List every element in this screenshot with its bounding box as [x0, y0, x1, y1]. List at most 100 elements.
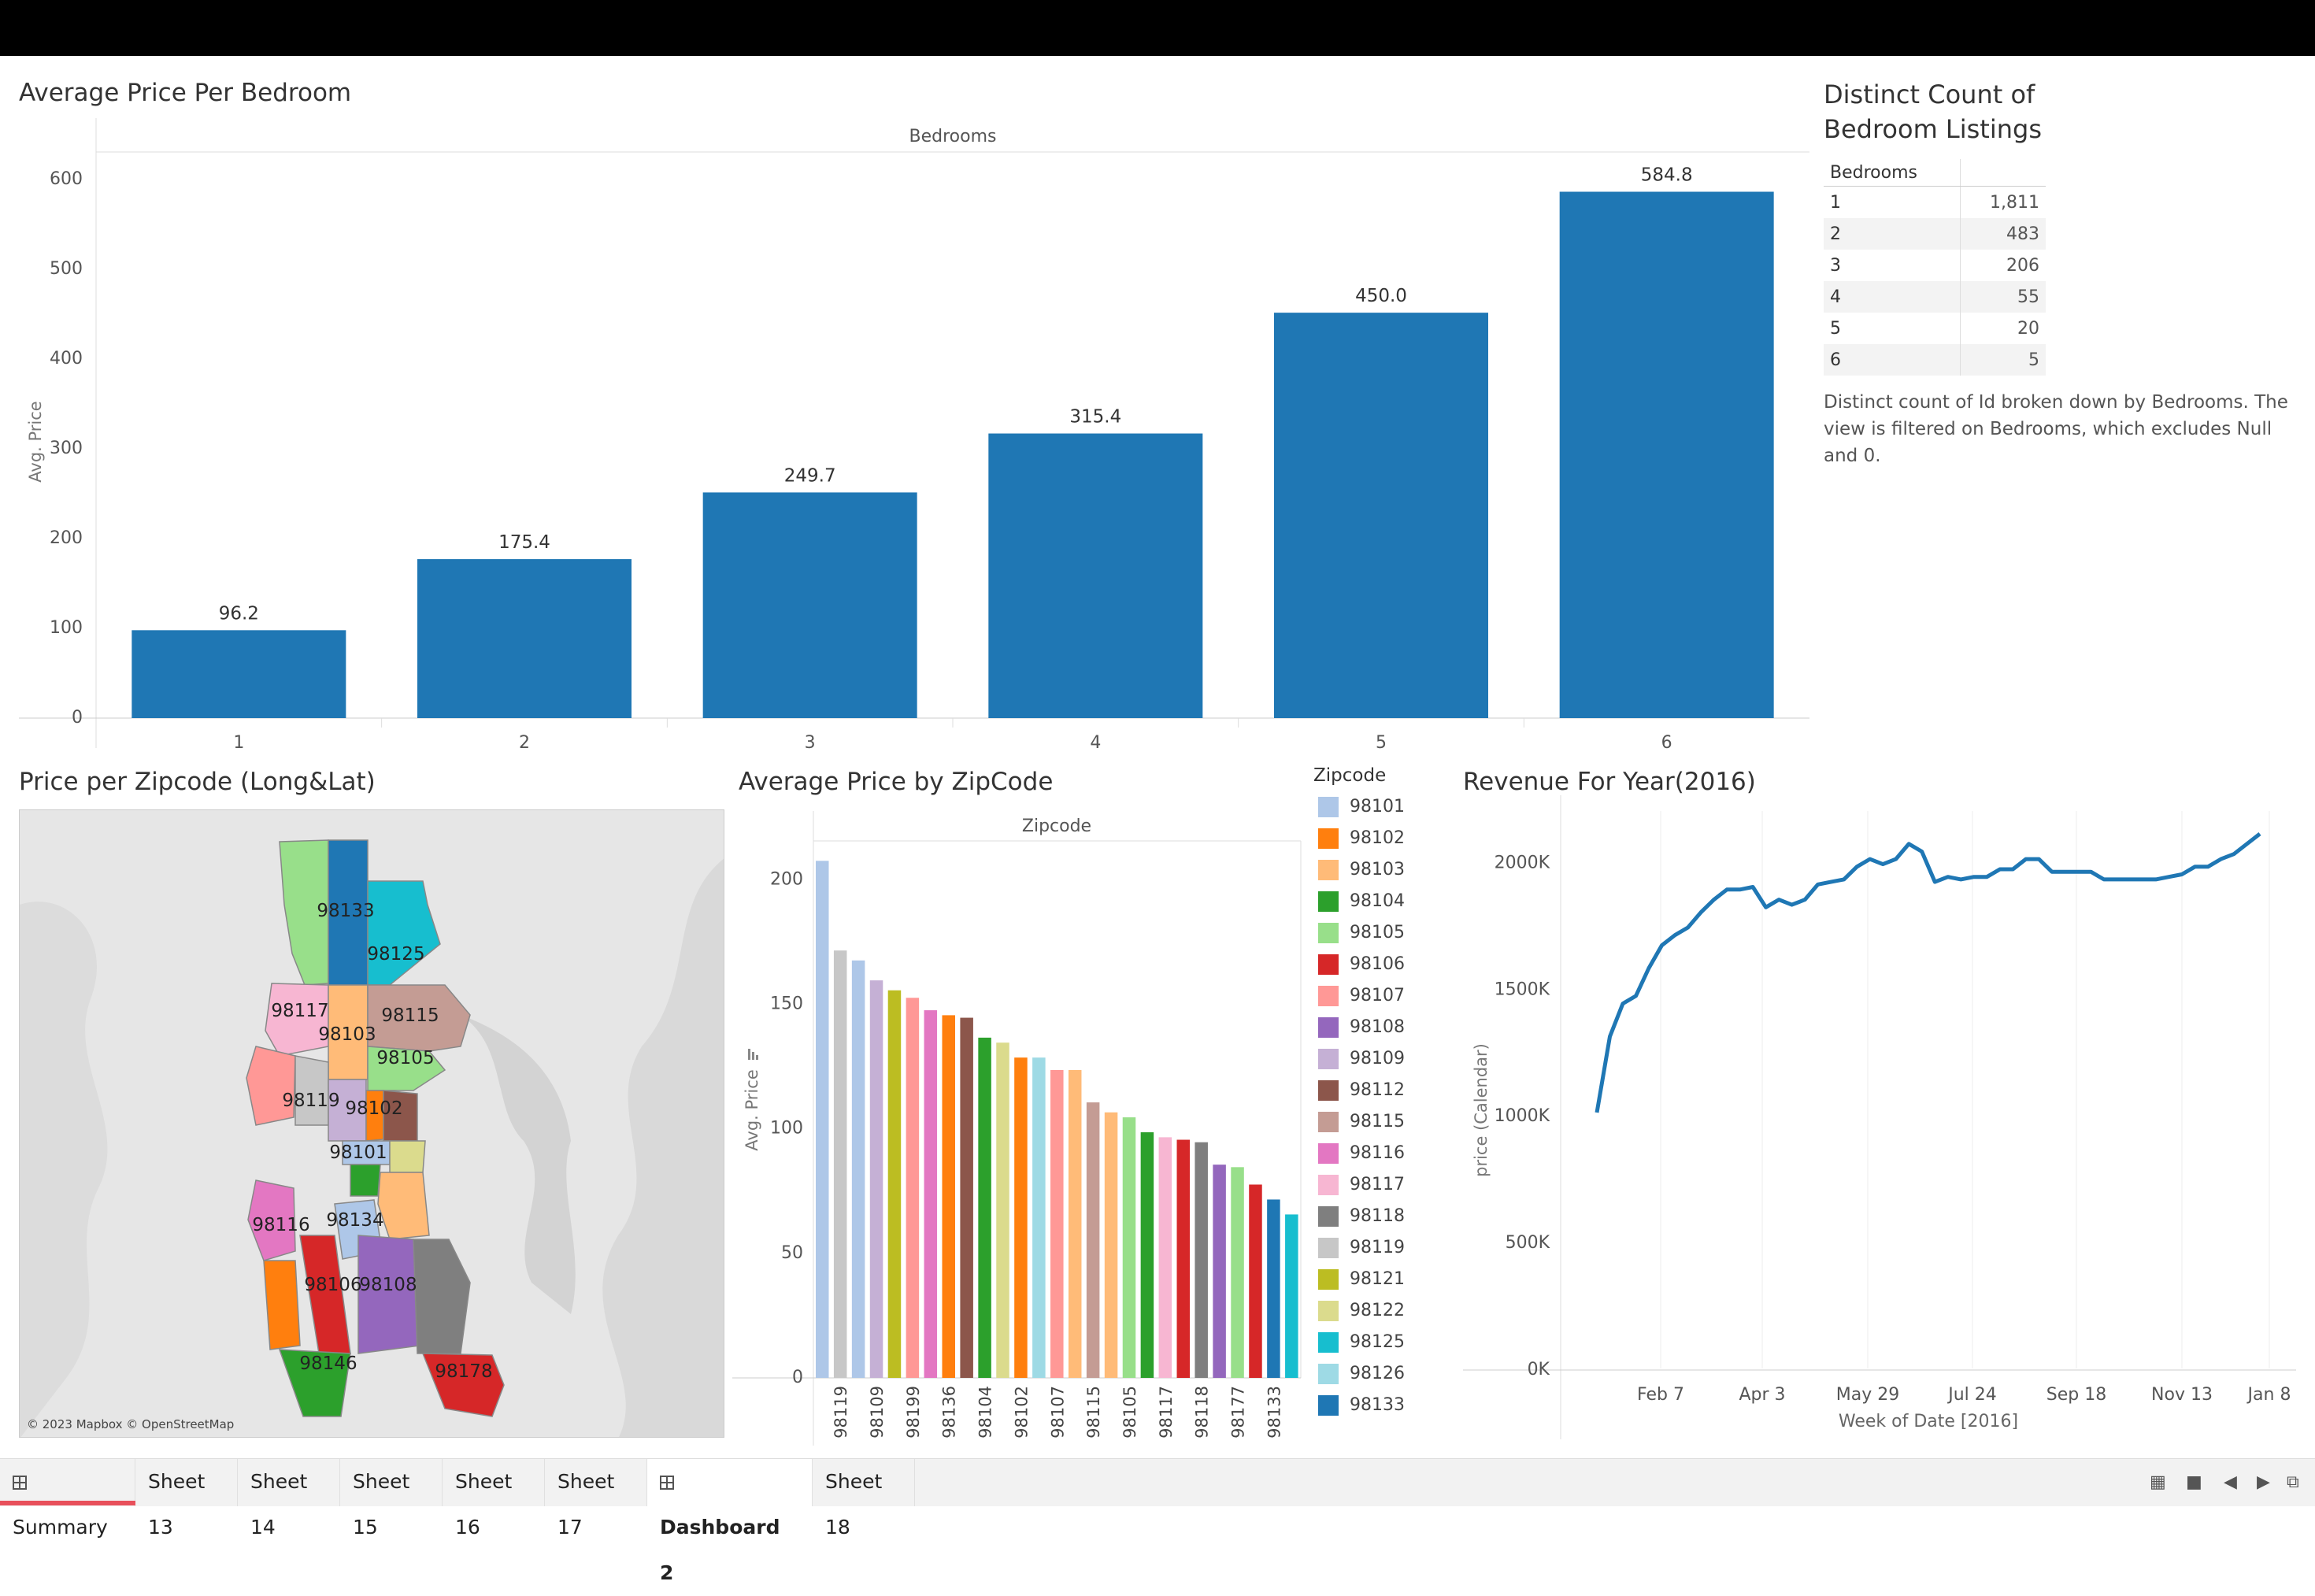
y-tick-label: 500 [50, 259, 83, 279]
y-tick-label: 300 [50, 439, 83, 458]
legend-item[interactable]: 98119 [1318, 1236, 1405, 1260]
bar [924, 1010, 938, 1378]
distinct-count-table: Bedrooms 1 1,811 2 483 3 206 4 55 5 20 65 [1824, 159, 2046, 376]
prev-sheet-icon[interactable]: ◀ [2224, 1472, 2237, 1492]
legend-item[interactable]: 98133 [1318, 1394, 1405, 1417]
legend-item[interactable]: 98104 [1318, 890, 1405, 913]
x-tick-label: Apr 3 [1739, 1385, 1785, 1405]
land-shape [20, 902, 108, 1437]
region-label: 98102 [345, 1098, 402, 1119]
table-cell-key: 2 [1824, 218, 1961, 250]
bar [833, 950, 847, 1378]
y-axis-label: price (Calendar) [1472, 1043, 1491, 1177]
table-cell-key: 5 [1830, 318, 1841, 339]
bar [1274, 313, 1488, 719]
region-98126[interactable] [263, 1260, 301, 1350]
x-tick-label: 4 [1090, 733, 1101, 753]
revenue-line-chart: 0K 500K 1000K 1500K 2000K price (Calendar) Feb… [1463, 795, 2296, 1439]
legend-title: Zipcode [1313, 765, 1387, 786]
legend-item[interactable]: 98105 [1318, 921, 1405, 945]
x-tick-label: 6 [1661, 733, 1672, 753]
sort-icon [748, 1049, 750, 1060]
zipcode-map[interactable]: 98133 98125 98117 98115 98103 98105 9811… [19, 809, 724, 1438]
legend-item[interactable]: 98122 [1318, 1299, 1405, 1323]
tab-dashboard-2[interactable]: Dashboard 2 [647, 1459, 813, 1584]
presentation-mode-icon[interactable]: ⧉ [2287, 1472, 2299, 1492]
bar [942, 1015, 955, 1378]
region-98104[interactable] [350, 1164, 381, 1197]
legend-item[interactable]: 98102 [1318, 827, 1405, 850]
y-tick-label: 150 [770, 994, 803, 1014]
legend-item[interactable]: 98126 [1318, 1362, 1405, 1386]
region-98122[interactable] [389, 1140, 426, 1173]
y-tick-label: 0K [1528, 1360, 1550, 1379]
legend-label: 98107 [1350, 986, 1405, 1005]
legend-swatch [1318, 923, 1339, 943]
legend-item[interactable]: 98106 [1318, 953, 1405, 976]
region-98118[interactable] [413, 1239, 471, 1354]
next-sheet-icon[interactable]: ▶ [2257, 1472, 2270, 1492]
region-label: 98115 [381, 1005, 439, 1026]
legend-item[interactable]: 98125 [1318, 1331, 1405, 1354]
filmstrip-icon[interactable]: ■ [2186, 1472, 2202, 1492]
bar [906, 998, 920, 1378]
legend-item[interactable]: 98117 [1318, 1173, 1405, 1197]
tab-sheet-14[interactable]: Sheet 14 [238, 1459, 340, 1539]
x-tick-label: 98133 [1265, 1386, 1283, 1439]
legend-swatch [1318, 1364, 1339, 1384]
legend-label: 98118 [1350, 1206, 1405, 1226]
legend-swatch [1318, 1395, 1339, 1416]
legend-swatch [1318, 1301, 1339, 1321]
tab-sheet-17[interactable]: Sheet 17 [545, 1459, 647, 1539]
tab-sheet-13[interactable]: Sheet 13 [135, 1459, 238, 1539]
x-tick-label: 98107 [1048, 1386, 1067, 1439]
bar [1176, 1139, 1191, 1378]
table-cell-key: 1 [1830, 192, 1841, 213]
tab-sheet-15[interactable]: Sheet 15 [340, 1459, 443, 1539]
legend-swatch [1318, 986, 1339, 1006]
region-98144[interactable] [377, 1172, 430, 1240]
legend-swatch [1318, 1143, 1339, 1164]
sort-icon [752, 1052, 754, 1060]
bar [869, 980, 883, 1378]
legend-item[interactable]: 98116 [1318, 1142, 1405, 1165]
region-label: 98119 [282, 1091, 339, 1111]
distinct-count-title: Distinct Count of Bedroom Listings [1824, 80, 2042, 144]
legend-item[interactable]: 98115 [1318, 1110, 1405, 1134]
x-tick-label: 98199 [904, 1386, 923, 1439]
x-tick-label: Feb 7 [1637, 1385, 1684, 1405]
bar-chart-title: Average Price Per Bedroom [19, 79, 352, 107]
tab-summary[interactable]: Summary [0, 1459, 135, 1539]
legend-item[interactable]: 98101 [1318, 795, 1405, 819]
bar [1122, 1117, 1136, 1378]
zip-chart-title: Average Price by ZipCode [739, 768, 1054, 796]
legend-item[interactable]: 98121 [1318, 1268, 1405, 1291]
legend-item[interactable]: 98108 [1318, 1016, 1405, 1039]
tab-sheet-16[interactable]: Sheet 16 [443, 1459, 545, 1539]
zipcode-bar-chart: Zipcode 0 50 100 150 200 Avg. Price 98119 98109 9… [732, 811, 1302, 1446]
x-tick-label: 1 [233, 733, 244, 753]
legend-swatch [1318, 891, 1339, 912]
legend-item[interactable]: 98112 [1318, 1079, 1405, 1102]
bar [1068, 1069, 1082, 1378]
legend-swatch [1318, 1080, 1339, 1101]
table-cell-value: 55 [1960, 281, 2046, 313]
dashboard-icon [660, 1476, 674, 1490]
legend-item[interactable]: 98118 [1318, 1205, 1405, 1228]
region-98199[interactable] [246, 1046, 296, 1126]
table-cell-key: 6 [1824, 344, 1961, 376]
legend-item[interactable]: 98109 [1318, 1047, 1405, 1071]
region-label: 98146 [299, 1353, 357, 1374]
table-cell-value: 1,811 [1960, 186, 2046, 218]
region-98125[interactable] [367, 880, 441, 986]
legend-item[interactable]: 98107 [1318, 984, 1405, 1008]
legend-item[interactable]: 98103 [1318, 858, 1405, 882]
legend-label: 98125 [1350, 1332, 1405, 1352]
region-label: 98103 [318, 1024, 376, 1045]
tab-sheet-18[interactable]: Sheet 18 [813, 1459, 915, 1539]
bedroom-bar-chart: Bedrooms 0 100 200 300 400 500 600 Avg. Price 96.… [19, 118, 1809, 753]
region-label: 98125 [367, 944, 424, 965]
bar [417, 559, 632, 718]
bar-value-label: 175.4 [498, 532, 550, 553]
sheet-sorter-icon[interactable]: ▦ [2150, 1472, 2166, 1492]
